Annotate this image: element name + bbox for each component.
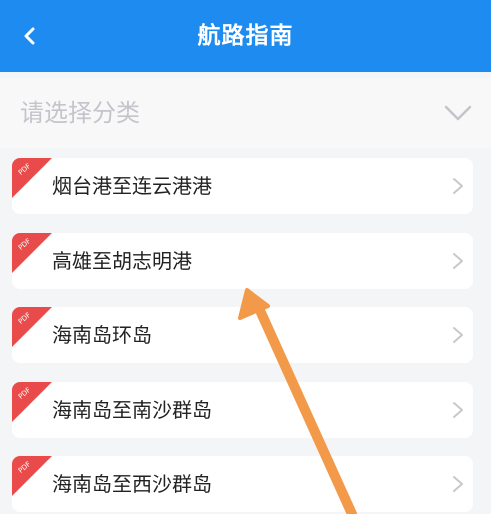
chevron-left-icon — [24, 27, 35, 45]
pdf-icon: PDF — [12, 158, 52, 198]
list-item-label: 海南岛环岛 — [52, 323, 152, 347]
list-item-label: 海南岛至南沙群岛 — [52, 398, 212, 422]
app-header: 航路指南 — [0, 0, 491, 72]
list-item[interactable]: PDF 海南岛至西沙群岛 — [12, 456, 473, 512]
list-item-label: 海南岛至西沙群岛 — [52, 472, 212, 496]
back-button[interactable] — [14, 20, 46, 52]
chevron-right-icon — [453, 476, 463, 492]
pdf-icon: PDF — [12, 456, 52, 496]
pdf-icon: PDF — [12, 233, 52, 273]
chevron-right-icon — [453, 327, 463, 343]
pdf-icon: PDF — [12, 382, 52, 422]
list-item[interactable]: PDF 烟台港至连云港港 — [12, 158, 473, 214]
category-placeholder: 请选择分类 — [20, 99, 140, 127]
chevron-right-icon — [453, 178, 463, 194]
list-item[interactable]: PDF 海南岛环岛 — [12, 307, 473, 363]
list-item[interactable]: PDF 高雄至胡志明港 — [12, 233, 473, 289]
pdf-icon: PDF — [12, 307, 52, 347]
category-selector[interactable]: 请选择分类 — [0, 78, 491, 148]
page-title: 航路指南 — [197, 23, 294, 49]
list-item-label: 高雄至胡志明港 — [52, 249, 192, 273]
list-item-label: 烟台港至连云港港 — [52, 174, 212, 198]
list-item[interactable]: PDF 海南岛至南沙群岛 — [12, 382, 473, 438]
chevron-right-icon — [453, 253, 463, 269]
chevron-right-icon — [453, 402, 463, 418]
chevron-down-icon — [444, 105, 472, 121]
